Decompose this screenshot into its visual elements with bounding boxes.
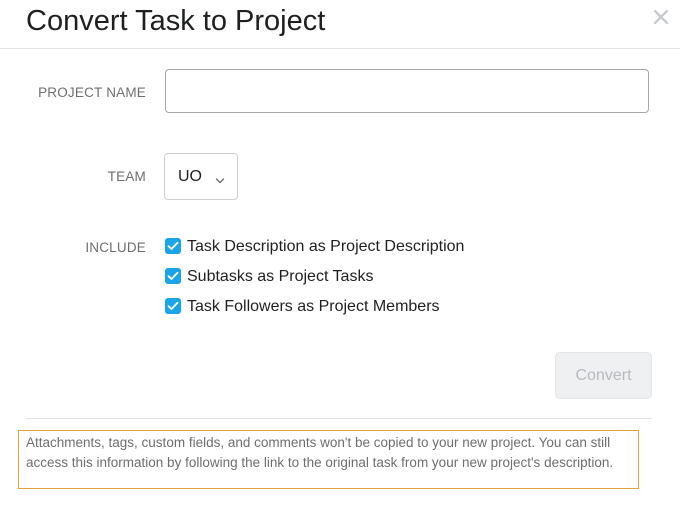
team-selected-value: UO xyxy=(178,168,202,185)
dialog-header: Convert Task to Project xyxy=(0,0,680,49)
project-name-label: PROJECT NAME xyxy=(38,85,146,100)
checkbox[interactable] xyxy=(165,268,181,284)
close-icon[interactable] xyxy=(650,6,672,28)
include-option-label: Task Followers as Project Members xyxy=(187,298,440,315)
checkbox[interactable] xyxy=(165,238,181,254)
checkmark-icon xyxy=(167,241,179,250)
team-label: TEAM xyxy=(107,169,146,184)
include-option-label: Subtasks as Project Tasks xyxy=(187,268,374,285)
footer-divider xyxy=(26,418,652,419)
team-select[interactable]: UO xyxy=(164,153,238,200)
dialog-title: Convert Task to Project xyxy=(26,5,326,37)
checkmark-icon xyxy=(167,301,179,310)
notice-highlight: Attachments, tags, custom fields, and co… xyxy=(18,430,639,489)
chevron-down-icon xyxy=(215,172,225,184)
include-option-label: Task Description as Project Description xyxy=(187,238,465,255)
checkbox[interactable] xyxy=(165,298,181,314)
convert-button[interactable]: Convert xyxy=(555,352,652,399)
checkmark-icon xyxy=(167,271,179,280)
include-label: INCLUDE xyxy=(85,240,146,255)
project-name-input[interactable] xyxy=(165,69,649,113)
notice-text: Attachments, tags, custom fields, and co… xyxy=(26,435,614,470)
convert-task-dialog: Convert Task to Project PROJECT NAME TEA… xyxy=(0,0,680,511)
